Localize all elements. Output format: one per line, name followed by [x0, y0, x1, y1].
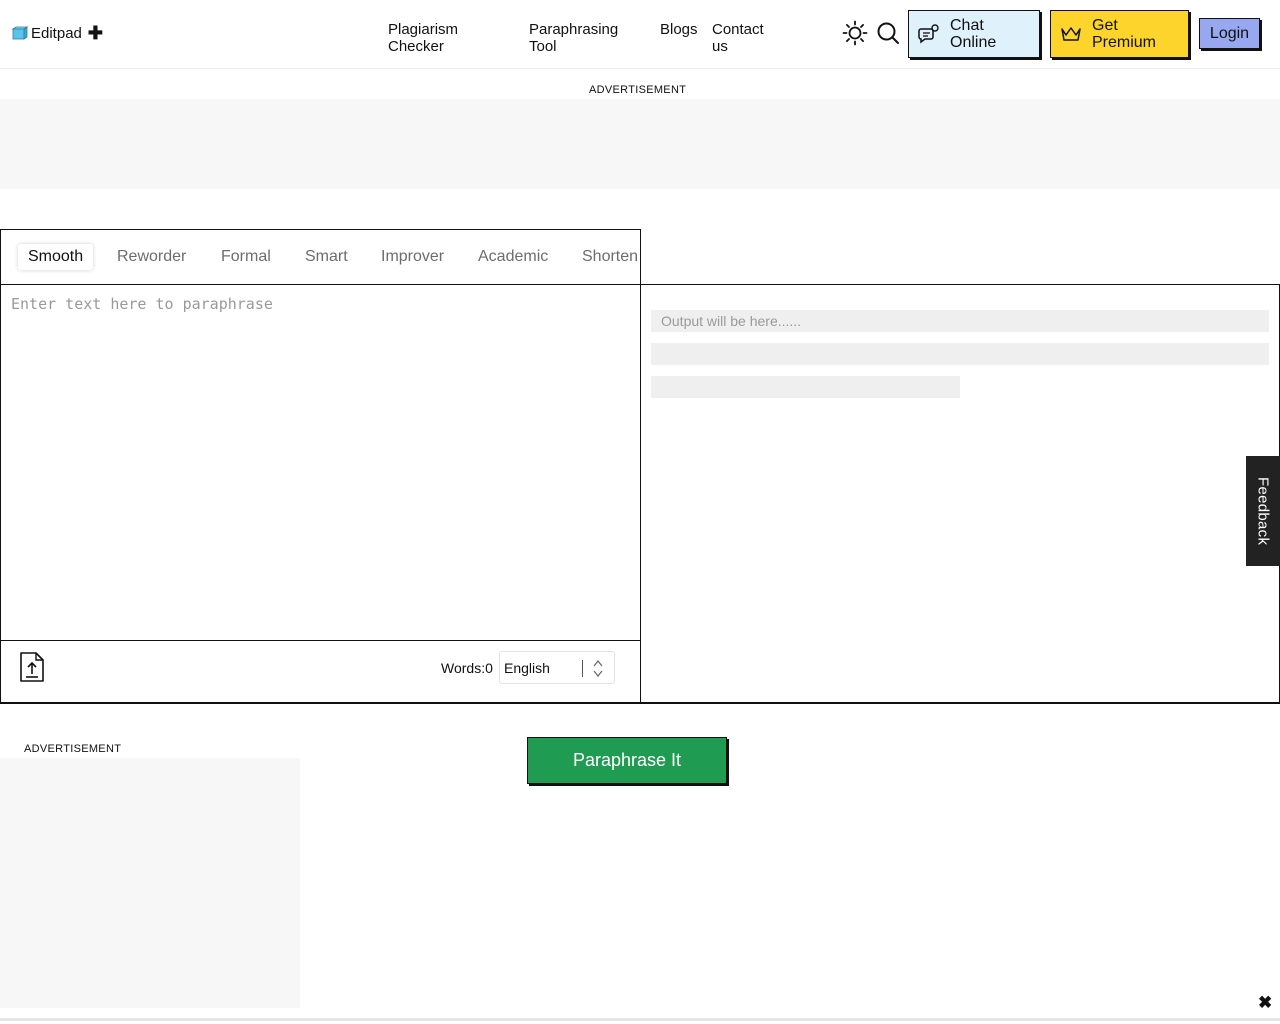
tab-formal[interactable]: Formal	[221, 244, 271, 270]
sun-icon	[842, 20, 868, 46]
word-count: Words:0	[441, 660, 493, 676]
nav-paraphrasing-tool[interactable]: Paraphrasing Tool	[529, 21, 618, 55]
top-ad-label: ADVERTISEMENT	[589, 84, 687, 96]
search-button[interactable]	[875, 20, 901, 46]
tab-smart[interactable]: Smart	[305, 244, 348, 270]
search-icon	[877, 22, 899, 44]
feedback-tab[interactable]: Feedback	[1246, 456, 1280, 566]
side-ad-label: ADVERTISEMENT	[24, 743, 122, 755]
output-skeleton-line	[651, 343, 1269, 365]
theme-toggle-button[interactable]	[842, 20, 868, 46]
tab-shorten[interactable]: Shorten	[582, 244, 638, 270]
language-value: English	[504, 659, 550, 676]
chat-online-label: Chat Online	[950, 17, 997, 51]
paraphrase-input[interactable]	[11, 295, 631, 635]
side-ad-slot	[0, 758, 300, 1008]
login-button[interactable]: Login	[1199, 18, 1260, 49]
nav-blogs[interactable]: Blogs	[660, 21, 698, 38]
language-select[interactable]: English	[499, 651, 615, 684]
feedback-label: Feedback	[1254, 476, 1272, 546]
site-header: Editpad ✚ Plagiarism Checker Paraphrasin…	[0, 0, 1280, 69]
up-down-chevron-icon	[593, 660, 603, 677]
brand-logo[interactable]: Editpad ✚	[12, 24, 103, 42]
tab-smooth[interactable]: Smooth	[18, 244, 94, 270]
nav-plagiarism-checker[interactable]: Plagiarism Checker	[388, 21, 458, 55]
upload-file-icon[interactable]	[19, 652, 45, 682]
tab-improver[interactable]: Improver	[381, 244, 444, 270]
select-divider	[582, 660, 583, 677]
tab-reworder[interactable]: Reworder	[117, 244, 186, 270]
brand-name: Editpad	[31, 24, 82, 42]
crown-icon	[1061, 27, 1081, 41]
close-ad-icon[interactable]: ✖	[1258, 993, 1272, 1013]
paraphrase-it-button[interactable]: Paraphrase It	[527, 737, 727, 784]
chat-online-button[interactable]: Chat Online	[908, 10, 1040, 58]
input-panel: Words:0 English	[0, 284, 641, 704]
tab-academic[interactable]: Academic	[478, 244, 548, 270]
mode-tabs: Smooth Reworder Formal Smart Improver Ac…	[0, 229, 641, 285]
brand-plus: ✚	[87, 23, 103, 43]
top-ad-slot	[0, 99, 1280, 189]
output-skeleton-line	[651, 376, 960, 398]
get-premium-label: Get Premium	[1092, 17, 1157, 51]
chat-icon	[918, 24, 939, 44]
output-panel: Output will be here......	[640, 284, 1280, 704]
bottom-divider	[0, 1018, 1280, 1021]
get-premium-button[interactable]: Get Premium	[1050, 10, 1189, 58]
logo-icon	[12, 26, 28, 40]
input-footer: Words:0 English	[1, 640, 640, 703]
output-placeholder: Output will be here......	[651, 310, 1269, 332]
nav-contact-us[interactable]: Contact us	[712, 21, 764, 55]
